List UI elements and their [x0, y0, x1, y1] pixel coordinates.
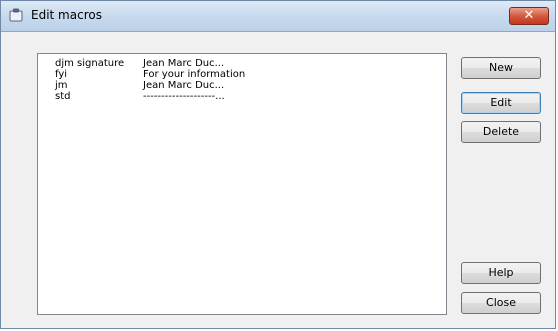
macro-text: For your information: [143, 69, 246, 80]
delete-button[interactable]: Delete: [461, 121, 541, 143]
macro-name: djm signature: [55, 58, 125, 69]
macro-list[interactable]: djm signature Jean Marc Duc... fyi For y…: [37, 53, 447, 315]
window-close-button[interactable]: ✕: [509, 7, 549, 25]
macro-name: jm: [55, 80, 68, 91]
macro-name: std: [55, 91, 71, 102]
window-title: Edit macros: [31, 8, 102, 22]
macro-app-icon: [9, 8, 23, 22]
help-button[interactable]: Help: [461, 262, 541, 284]
edit-button[interactable]: Edit: [461, 92, 541, 114]
new-button[interactable]: New: [461, 57, 541, 79]
macro-text: Jean Marc Duc...: [143, 80, 225, 91]
macro-text: Jean Marc Duc...: [143, 58, 225, 69]
macro-text: --------------------...: [143, 91, 225, 102]
edit-macros-dialog: Edit macros ✕ djm signature Jean Marc Du…: [0, 0, 556, 329]
title-bar[interactable]: Edit macros ✕: [1, 1, 555, 32]
macro-name: fyi: [55, 69, 68, 80]
close-button[interactable]: Close: [461, 292, 541, 314]
